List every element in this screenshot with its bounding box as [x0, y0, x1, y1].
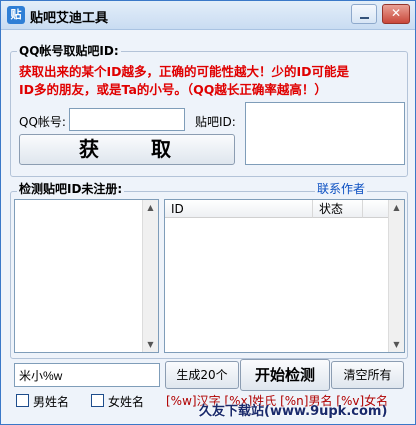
clear-all-button-label: 清空所有	[343, 368, 392, 382]
female-name-checkbox[interactable]	[91, 394, 104, 407]
candidates-scrollbar[interactable]: ▲ ▼	[142, 200, 158, 352]
window-title: 贴吧艾迪工具	[30, 11, 109, 26]
tieba-id-label: 贴吧ID:	[195, 115, 236, 129]
note-line-2: ID多的朋友，或是Ta的小号。（QQ越长正确率越高！）	[19, 82, 327, 97]
results-scrollbar[interactable]: ▲ ▼	[388, 200, 404, 352]
minimize-button[interactable]	[351, 4, 377, 24]
qq-lookup-group-label: QQ帐号取贴吧ID:	[17, 42, 121, 59]
scroll-down-icon[interactable]: ▼	[143, 337, 158, 352]
fetch-button-label: 获 取	[79, 137, 175, 161]
scroll-down-icon[interactable]: ▼	[389, 337, 404, 352]
results-table[interactable]: ID 状态 ▲ ▼	[164, 199, 405, 353]
title-bar[interactable]: 贴 贴吧艾迪工具 ✕	[1, 1, 415, 30]
clear-all-button[interactable]: 清空所有	[331, 361, 404, 389]
app-icon: 贴	[7, 6, 25, 24]
generate-button-label: 生成20个	[176, 368, 228, 382]
qq-account-label: QQ帐号:	[19, 115, 66, 129]
contact-author-link[interactable]: 联系作者	[315, 180, 368, 197]
results-header: ID 状态	[165, 200, 388, 218]
minimize-icon	[360, 17, 369, 19]
column-header-filler	[363, 200, 388, 218]
generate-button[interactable]: 生成20个	[165, 361, 239, 389]
column-header-id[interactable]: ID	[165, 200, 313, 218]
qq-account-input[interactable]	[69, 108, 185, 131]
start-check-button-label: 开始检测	[254, 366, 315, 384]
male-name-checkbox[interactable]	[16, 394, 29, 407]
tieba-id-output[interactable]	[245, 102, 405, 165]
column-header-status[interactable]: 状态	[313, 200, 363, 218]
scroll-up-icon[interactable]: ▲	[143, 200, 158, 215]
site-watermark: 久友下载站(www.9upk.com)	[199, 404, 388, 419]
note-line-1: 获取出来的某个ID越多，正确的可能性越大！少的ID可能是	[19, 64, 350, 79]
fetch-button[interactable]: 获 取	[19, 134, 235, 165]
close-button[interactable]: ✕	[382, 4, 410, 24]
start-check-button[interactable]: 开始检测	[240, 359, 330, 391]
close-icon: ✕	[390, 6, 402, 20]
scroll-up-icon[interactable]: ▲	[389, 200, 404, 215]
name-format-input[interactable]	[14, 363, 160, 387]
app-window: 贴 贴吧艾迪工具 ✕ QQ帐号取贴吧ID: 获取出来的某个ID越多，正确的可能性…	[0, 0, 416, 425]
female-name-label[interactable]: 女姓名	[108, 393, 144, 410]
tieba-check-group-label: 检测贴吧ID未注册:	[17, 180, 125, 197]
id-candidates-list[interactable]: ▲ ▼	[14, 199, 159, 353]
male-name-label[interactable]: 男姓名	[33, 393, 69, 410]
